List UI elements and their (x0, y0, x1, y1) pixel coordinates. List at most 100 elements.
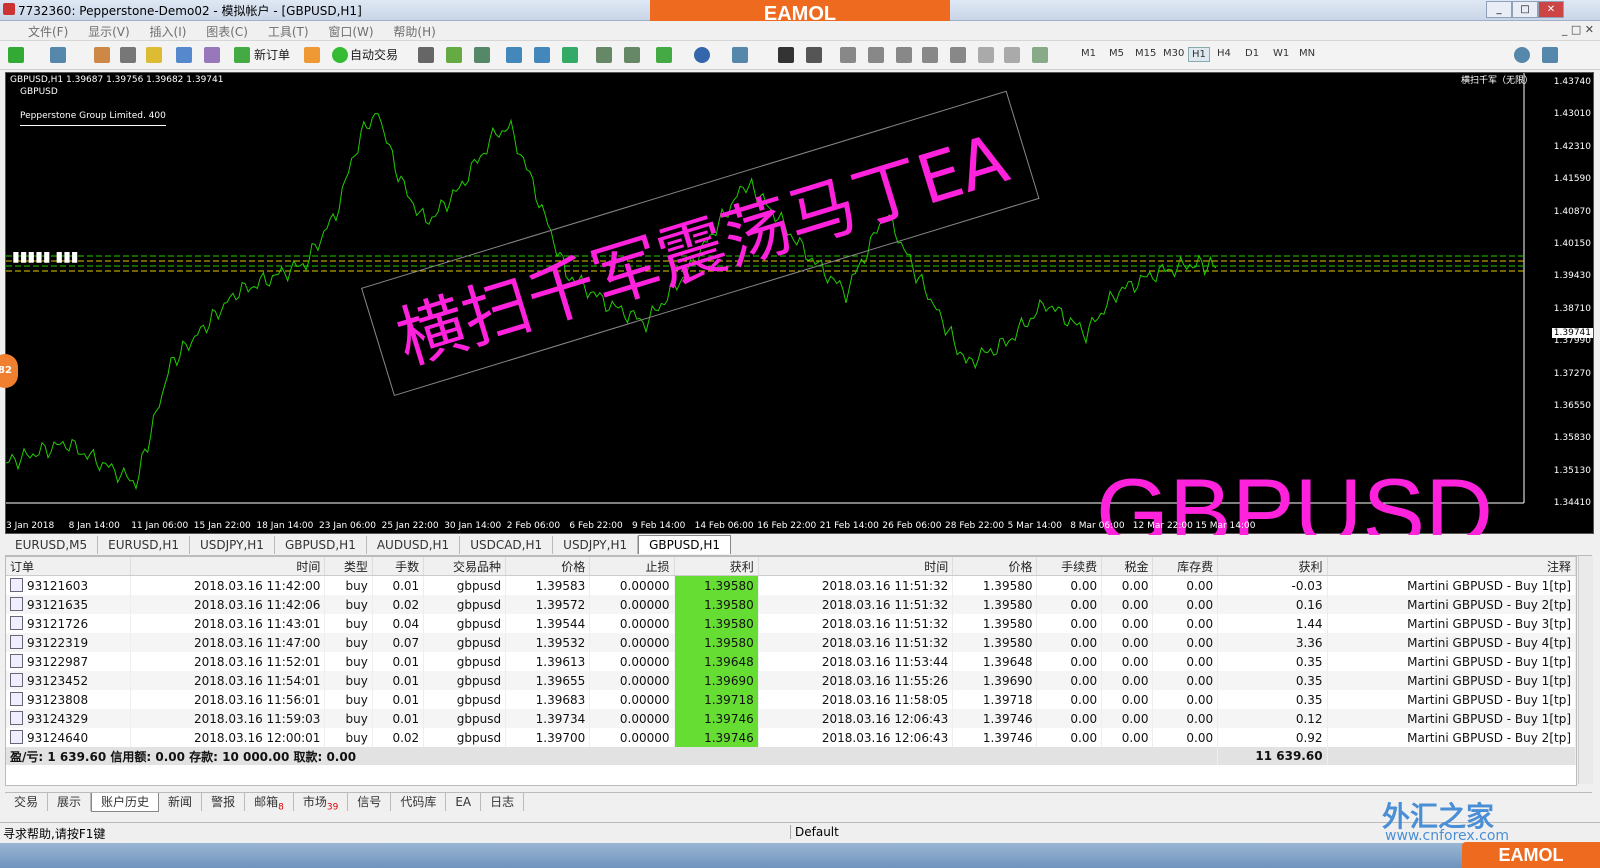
terminal-tab[interactable]: 代码库 (391, 793, 447, 811)
timeframe-m1[interactable]: M1 (1078, 47, 1099, 60)
column-header[interactable]: 手续费 (1036, 557, 1103, 576)
chart-tab-active[interactable]: GBPUSD,H1 (638, 535, 732, 554)
new-chart-icon[interactable] (8, 47, 24, 63)
terminal-tab[interactable]: 警报 (202, 793, 246, 811)
table-row[interactable]: 93122987 2018.03.16 11:52:01 buy 0.01 gbpusd… (6, 652, 1577, 671)
column-header[interactable]: 获利 (1217, 557, 1328, 576)
chat-icon[interactable] (1542, 47, 1558, 63)
terminal-tab[interactable]: 邮箱8 (245, 793, 294, 812)
terminal-icon[interactable] (176, 47, 192, 63)
menu-insert[interactable]: 插入(I) (142, 21, 195, 42)
column-header[interactable]: 库存费 (1152, 557, 1219, 576)
maximize-button[interactable]: □ (1512, 1, 1538, 18)
search-icon[interactable] (1514, 47, 1530, 63)
timeframe-w1[interactable]: W1 (1270, 47, 1292, 60)
crosshair-nav-icon[interactable] (120, 47, 136, 63)
column-header[interactable]: 价格 (952, 557, 1038, 576)
timeframe-m30[interactable]: M30 (1160, 47, 1187, 60)
menu-tools[interactable]: 工具(T) (260, 21, 317, 42)
menu-file[interactable]: 文件(F) (20, 21, 76, 42)
column-header[interactable]: 税金 (1101, 557, 1154, 576)
table-row[interactable]: 93124329 2018.03.16 11:59:03 buy 0.01 gbpusd… (6, 709, 1577, 728)
indicators-icon[interactable] (656, 47, 672, 63)
arrows-icon[interactable] (1032, 47, 1048, 63)
column-header[interactable]: 获利 (674, 557, 759, 576)
column-header[interactable]: 类型 (324, 557, 373, 576)
chart-tab[interactable]: USDJPY,H1 (553, 536, 639, 554)
terminal-tab[interactable]: 新闻 (159, 793, 203, 811)
column-header[interactable]: 订单 (6, 557, 131, 576)
timeframe-d1[interactable]: D1 (1242, 47, 1262, 60)
chart-tab[interactable]: AUDUSD,H1 (367, 536, 461, 554)
table-row[interactable]: 93121603 2018.03.16 11:42:00 buy 0.01 gbpusd… (6, 575, 1577, 595)
column-header[interactable]: 时间 (758, 557, 954, 576)
table-row[interactable]: 93121635 2018.03.16 11:42:06 buy 0.02 gbpusd… (6, 595, 1577, 614)
chart-shift-icon[interactable] (596, 47, 612, 63)
terminal-tab[interactable]: 交易 (5, 793, 49, 811)
chart-tab[interactable]: EURUSD,M5 (5, 536, 99, 554)
timeframe-h4[interactable]: H4 (1214, 47, 1234, 60)
strategy-tester-icon[interactable] (204, 47, 220, 63)
price-chart[interactable]: GBPUSD,H1 1.39687 1.39756 1.39682 1.3974… (5, 72, 1594, 564)
horizontal-line-icon[interactable] (868, 47, 884, 63)
column-header[interactable]: 注释 (1327, 557, 1577, 576)
trendline-icon[interactable] (896, 47, 912, 63)
autoscroll-icon[interactable] (624, 47, 640, 63)
timeframe-h1[interactable]: H1 (1188, 47, 1210, 62)
line-chart-icon[interactable] (474, 47, 490, 63)
menu-window[interactable]: 窗口(W) (320, 21, 381, 42)
tile-windows-icon[interactable] (562, 47, 578, 63)
column-header[interactable]: 交易品种 (423, 557, 507, 576)
table-row[interactable]: 93124640 2018.03.16 12:00:01 buy 0.02 gbpusd… (6, 728, 1577, 747)
table-row[interactable]: 93123808 2018.03.16 11:56:01 buy 0.01 gbpusd… (6, 690, 1577, 709)
templates-icon[interactable] (732, 47, 748, 63)
terminal-tab[interactable]: EA (446, 793, 482, 811)
text-icon[interactable] (978, 47, 994, 63)
column-header[interactable]: 手数 (372, 557, 425, 576)
new-order-button[interactable]: 新订单 (254, 45, 290, 65)
menu-charts[interactable]: 图表(C) (198, 21, 256, 42)
table-row[interactable]: 93121726 2018.03.16 11:43:01 buy 0.04 gbpusd… (6, 614, 1577, 633)
terminal-tab[interactable]: 市场39 (294, 793, 349, 812)
auto-trade-button[interactable]: 自动交易 (350, 45, 398, 65)
terminal-tab[interactable]: 日志 (481, 793, 525, 811)
candlestick-icon[interactable] (446, 47, 462, 63)
column-header[interactable]: 价格 (505, 557, 591, 576)
channel-icon[interactable] (922, 47, 938, 63)
chart-tab[interactable]: EURUSD,H1 (98, 536, 190, 554)
column-header[interactable]: 止损 (589, 557, 675, 576)
new-order-icon[interactable] (234, 47, 250, 63)
market-watch-icon[interactable] (94, 47, 110, 63)
terminal-tab[interactable]: 展示 (48, 793, 92, 811)
cursor-icon[interactable] (778, 47, 794, 63)
metaeditor-icon[interactable] (304, 47, 320, 63)
crosshair-icon[interactable] (806, 47, 822, 63)
timeframe-m15[interactable]: M15 (1132, 47, 1159, 60)
minimize-button[interactable]: _ (1486, 1, 1512, 18)
menu-help[interactable]: 帮助(H) (385, 21, 443, 42)
chart-tab[interactable]: GBPUSD,H1 (275, 536, 367, 554)
text-label-icon[interactable] (1004, 47, 1020, 63)
table-row[interactable]: 93123452 2018.03.16 11:54:01 buy 0.01 gbpusd… (6, 671, 1577, 690)
zoom-out-icon[interactable] (534, 47, 550, 63)
timeframe-mn[interactable]: MN (1296, 47, 1318, 60)
navigator-icon[interactable] (146, 47, 162, 63)
menu-view[interactable]: 显示(V) (80, 21, 138, 42)
periods-icon[interactable] (694, 47, 710, 63)
close-button[interactable]: ✕ (1538, 1, 1564, 18)
auto-trade-icon[interactable] (332, 47, 348, 63)
table-row[interactable]: 93122319 2018.03.16 11:47:00 buy 0.07 gbpusd… (6, 633, 1577, 652)
chart-tab[interactable]: USDCAD,H1 (460, 536, 554, 554)
bar-chart-icon[interactable] (418, 47, 434, 63)
profiles-icon[interactable] (50, 47, 66, 63)
fibonacci-icon[interactable] (950, 47, 966, 63)
vertical-line-icon[interactable] (840, 47, 856, 63)
zoom-in-icon[interactable] (506, 47, 522, 63)
chart-tab[interactable]: USDJPY,H1 (190, 536, 275, 554)
terminal-tab[interactable]: 账户历史 (91, 793, 160, 812)
table-scrollbar[interactable] (1578, 556, 1593, 784)
notification-badge[interactable]: 82 (0, 354, 18, 388)
terminal-tab[interactable]: 信号 (348, 793, 392, 811)
column-header[interactable]: 时间 (130, 557, 326, 576)
child-window-controls[interactable]: _ □ ✕ (1562, 23, 1594, 36)
